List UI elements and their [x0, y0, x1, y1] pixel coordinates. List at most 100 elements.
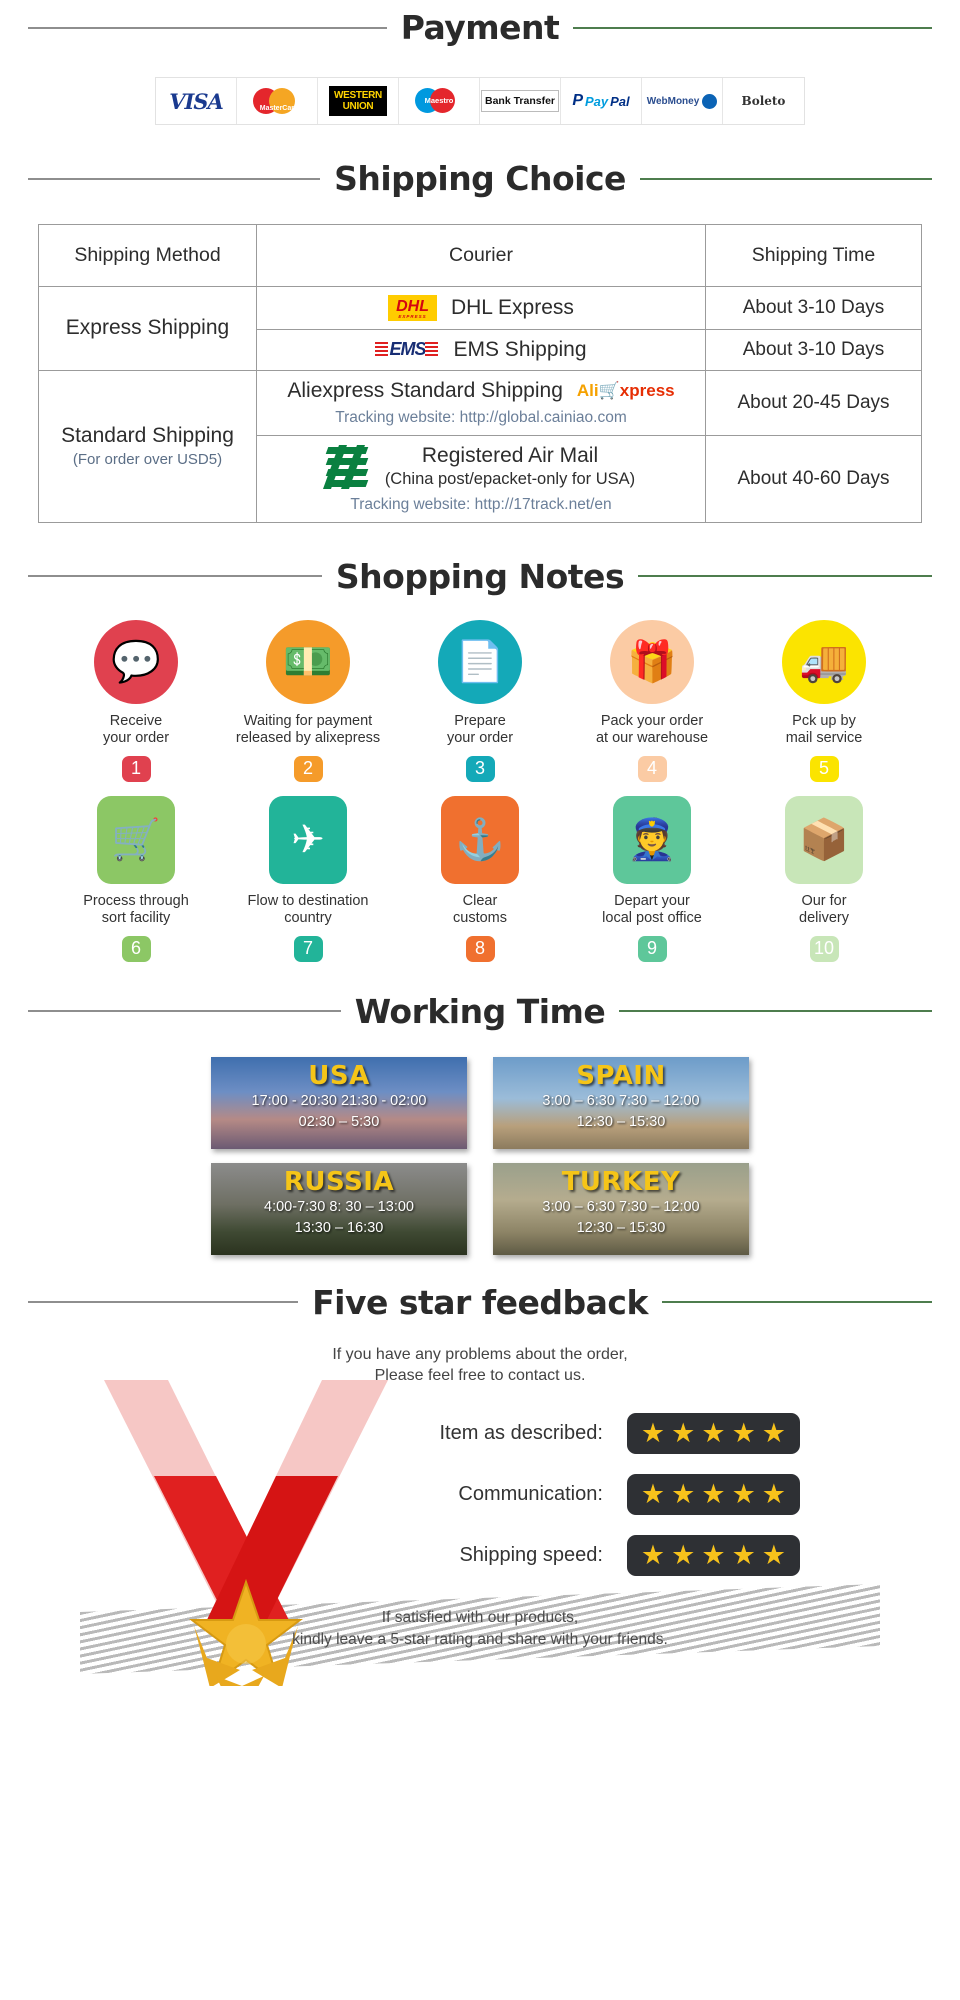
- section-header-feedback: Five star feedback: [0, 1283, 960, 1322]
- paypal-icon: P Pay Pal: [572, 92, 630, 109]
- star-icon: ★: [701, 1478, 726, 1509]
- cell-courier-ems: EMS EMS Shipping: [256, 328, 706, 371]
- working-time-country: TURKEY: [561, 1166, 681, 1197]
- working-time-row: RUSSIA 4:00-7:30 8: 30 – 13:00 13:30 – 16:…: [211, 1162, 749, 1255]
- rule-left: [28, 575, 322, 577]
- cell-courier-aliexpress: Aliexpress Standard Shipping Ali🛒xpress …: [256, 369, 706, 436]
- shopping-note-number: 7: [293, 935, 323, 962]
- shopping-note-label: Clear customs: [453, 892, 507, 927]
- feedback-rating-label: Shipping speed:: [459, 1543, 603, 1566]
- shopping-note-label: Receive your order: [102, 712, 170, 747]
- payment-visa: VISA: [156, 78, 237, 124]
- hand-money-icon-glyph: 💵: [283, 639, 333, 684]
- payment-boleto: Boleto: [723, 78, 804, 124]
- working-time-hours: 3:00 – 6:30 7:30 – 12:00 12:30 – 15:30: [542, 1092, 700, 1130]
- tracking-link-cainiao[interactable]: Tracking website: http://global.cainiao.…: [263, 409, 699, 427]
- shopping-note-label: Pck up by mail service: [785, 712, 863, 747]
- footer-line2: kindly leave a 5-star rating and share w…: [292, 1630, 668, 1648]
- shopping-note-10: 📦 Our for delivery 10: [738, 795, 910, 962]
- shopping-cart-icon: 🛒: [97, 795, 175, 884]
- documents-icon-glyph: 📄: [455, 639, 505, 684]
- shopping-note-number: 8: [465, 935, 495, 962]
- rule-right: [619, 1010, 932, 1012]
- star-icon: ★: [701, 1539, 726, 1570]
- feedback-subtitle: If you have any problems about the order…: [0, 1344, 960, 1387]
- footer-text: If satisfied with our products, kindly l…: [292, 1607, 668, 1650]
- cell-method-standard: Standard Shipping (For order over USD5): [38, 369, 257, 523]
- working-time-hours: 17:00 - 20:30 21:30 - 02:00 02:30 – 5:30: [251, 1092, 427, 1130]
- star-icon: ★: [640, 1417, 666, 1448]
- shopping-note-number: 2: [293, 755, 323, 782]
- shopping-note-label: Waiting for payment released by alixepres…: [235, 712, 381, 747]
- working-time-grid: USA 17:00 - 20:30 21:30 - 02:00 02:30 – 5:…: [0, 1056, 960, 1255]
- courier-name-airmail: Registered Air Mail: [421, 443, 599, 467]
- page-title-shipping: Shipping Choice: [334, 159, 626, 198]
- tracking-link-17track[interactable]: Tracking website: http://17track.net/en: [263, 496, 699, 514]
- shopping-note-1: 💬 Receive your order 1: [50, 619, 222, 782]
- star-icon: ★: [731, 1478, 756, 1509]
- star-icon: ★: [701, 1417, 726, 1448]
- page-title-feedback: Five star feedback: [312, 1282, 648, 1322]
- working-time-hours: 4:00-7:30 8: 30 – 13:00 13:30 – 16:30: [264, 1198, 414, 1236]
- truck-icon: 🚚: [782, 619, 866, 704]
- working-time-card-turkey: TURKEY 3:00 – 6:30 7:30 – 12:00 12:30 – 15…: [493, 1162, 749, 1255]
- ems-icon: EMS: [375, 339, 439, 360]
- star-rating: ★ ★ ★ ★ ★: [626, 1412, 800, 1454]
- shopping-note-label: Process through sort facility: [83, 892, 189, 927]
- cell-method-express: Express Shipping: [38, 286, 257, 371]
- table-row: Express Shipping DHL DHL Express About 3…: [38, 286, 922, 371]
- star-rating: ★ ★ ★ ★ ★: [626, 1534, 800, 1576]
- anchor-icon: ⚓: [441, 795, 519, 884]
- payment-webmoney: WebMoney: [642, 78, 723, 124]
- shopping-note-7: ✈ Flow to destination country 7: [222, 795, 394, 962]
- shopping-note-number: 5: [809, 755, 839, 782]
- working-time-hours: 3:00 – 6:30 7:30 – 12:00 12:30 – 15:30: [542, 1198, 700, 1236]
- gift-box-icon-glyph: 🎁: [627, 639, 677, 684]
- payment-paypal: P Pay Pal: [561, 78, 642, 124]
- shopping-note-5: 🚚 Pck up by mail service 5: [738, 619, 910, 782]
- feedback-rating-label: Item as described:: [439, 1421, 603, 1444]
- rule-right: [639, 177, 932, 180]
- feedback-rating-row: Item as described: ★ ★ ★ ★ ★: [160, 1412, 800, 1454]
- parcel-icon: 📦: [785, 795, 863, 884]
- shopping-note-number: 1: [121, 755, 151, 782]
- feedback-rating-row: Communication: ★ ★ ★ ★ ★: [160, 1473, 800, 1515]
- footer-line1: If satisfied with our products,: [381, 1609, 579, 1626]
- cell-time-ems: About 3-10 Days: [705, 328, 922, 371]
- maestro-icon: Maestro: [413, 86, 465, 116]
- parcel-icon-glyph: 📦: [799, 817, 849, 862]
- rule-left: [28, 26, 387, 29]
- star-icon: ★: [671, 1539, 696, 1570]
- star-icon: ★: [761, 1539, 786, 1570]
- working-time-country: USA: [308, 1060, 370, 1091]
- shopping-note-3: 📄 Prepare your order 3: [394, 619, 566, 782]
- mastercard-icon: MasterCard: [251, 85, 303, 117]
- section-header-working: Working Time: [0, 992, 960, 1031]
- working-time-country: RUSSIA: [283, 1166, 395, 1197]
- payment-bank-transfer: Bank Transfer: [480, 78, 561, 124]
- working-time-card-russia: RUSSIA 4:00-7:30 8: 30 – 13:00 13:30 – 16:…: [211, 1162, 467, 1255]
- cell-courier-airmail: Registered Air Mail (China post/epacket-…: [256, 434, 706, 523]
- shopping-note-label: Flow to destination country: [247, 892, 369, 927]
- gift-box-icon: 🎁: [610, 619, 694, 704]
- feedback-ratings: Item as described: ★ ★ ★ ★ ★ Communication: ★ ★ ★…: [0, 1412, 960, 1576]
- star-icon: ★: [731, 1539, 756, 1570]
- courier-sub-airmail: (China post/epacket-only for USA): [384, 469, 636, 488]
- rule-left: [28, 1301, 299, 1303]
- shopping-note-label: Our for delivery: [799, 892, 849, 927]
- shopping-note-number: 10: [809, 935, 839, 962]
- header-shipping-method: Shipping Method: [38, 224, 257, 287]
- shopping-cart-icon-glyph: 🛒: [111, 817, 161, 862]
- postman-icon: 👮: [613, 795, 691, 884]
- working-time-card-usa: USA 17:00 - 20:30 21:30 - 02:00 02:30 – 5:…: [211, 1056, 467, 1149]
- star-icon: ★: [761, 1478, 786, 1509]
- section-header-notes: Shopping Notes: [0, 557, 960, 596]
- table-header-row: Shipping Method Courier Shipping Time: [38, 224, 922, 287]
- feedback-subtitle-line2: Please feel free to contact us.: [374, 1367, 586, 1385]
- product-description-page: Payment VISA MasterCard WESTERN UNION Mae…: [0, 0, 960, 1686]
- star-icon: ★: [640, 1539, 666, 1570]
- feedback-rating-row: Shipping speed: ★ ★ ★ ★ ★: [160, 1534, 800, 1576]
- boleto-icon: Boleto: [741, 94, 786, 108]
- anchor-icon-glyph: ⚓: [455, 817, 505, 862]
- rule-left: [28, 177, 321, 180]
